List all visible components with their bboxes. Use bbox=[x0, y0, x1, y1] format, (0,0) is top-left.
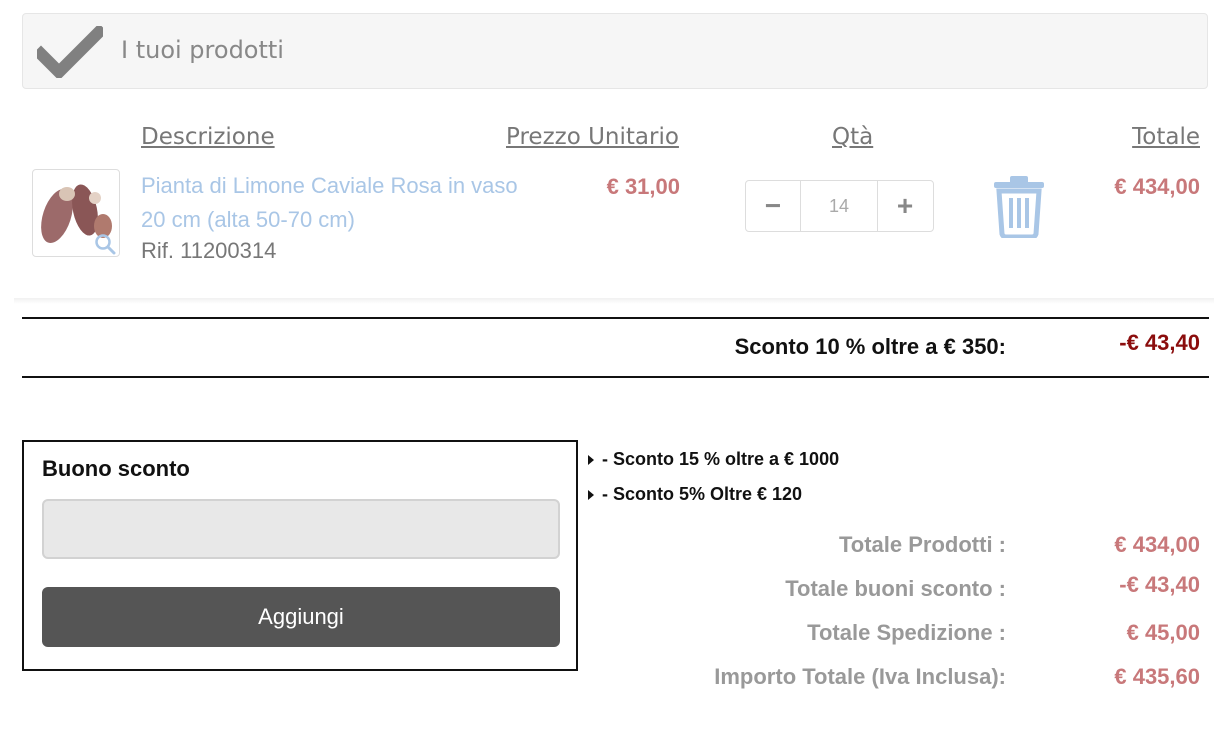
zoom-icon[interactable] bbox=[93, 232, 117, 256]
promo-item[interactable]: - Sconto 5% Oltre € 120 bbox=[588, 484, 802, 505]
summary-grand-total-label: Importo Totale (Iva Inclusa): bbox=[714, 664, 1006, 689]
quantity-input[interactable] bbox=[800, 181, 878, 231]
summary-products-value: € 434,00 bbox=[1114, 532, 1200, 557]
row-divider bbox=[14, 298, 1214, 304]
discount-bottom-rule bbox=[22, 376, 1209, 378]
promo-item[interactable]: - Sconto 15 % oltre a € 1000 bbox=[588, 449, 839, 470]
coupon-panel: Buono sconto Aggiungi bbox=[22, 440, 578, 671]
summary-grand-total-value: € 435,60 bbox=[1114, 664, 1200, 689]
caret-right-icon bbox=[588, 454, 594, 465]
column-unit-price[interactable]: Prezzo Unitario bbox=[506, 124, 679, 150]
coupon-input[interactable] bbox=[42, 499, 560, 559]
discount-value: -€ 43,40 bbox=[1119, 330, 1200, 355]
add-coupon-button[interactable]: Aggiungi bbox=[42, 587, 560, 647]
increase-qty-button[interactable]: + bbox=[878, 181, 932, 231]
promo-text: - Sconto 15 % oltre a € 1000 bbox=[602, 449, 840, 469]
summary-coupons-label: Totale buoni sconto : bbox=[785, 576, 1006, 601]
product-thumbnail[interactable] bbox=[32, 169, 120, 257]
cart-title: I tuoi prodotti bbox=[121, 36, 284, 64]
line-total: € 434,00 bbox=[1114, 174, 1200, 199]
product-name-link[interactable]: Pianta di Limone Caviale Rosa in vaso 20… bbox=[141, 169, 521, 237]
promo-text: - Sconto 5% Oltre € 120 bbox=[602, 484, 803, 504]
summary-products-label: Totale Prodotti : bbox=[838, 532, 1006, 557]
summary-coupons-value: -€ 43,40 bbox=[1119, 572, 1200, 597]
quantity-stepper: − + bbox=[745, 180, 934, 232]
summary-shipping-label: Totale Spedizione : bbox=[807, 620, 1006, 645]
check-icon bbox=[37, 26, 103, 78]
caret-right-icon bbox=[588, 489, 594, 500]
column-total[interactable]: Totale bbox=[1132, 124, 1200, 150]
cart-header: I tuoi prodotti bbox=[22, 13, 1208, 89]
trash-icon[interactable] bbox=[992, 176, 1046, 238]
column-qty[interactable]: Qtà bbox=[832, 124, 873, 150]
discount-top-rule bbox=[22, 317, 1209, 319]
decrease-qty-button[interactable]: − bbox=[746, 181, 800, 231]
column-description[interactable]: Descrizione bbox=[141, 124, 275, 150]
product-reference: Rif. 11200314 bbox=[141, 238, 277, 263]
discount-label: Sconto 10 % oltre a € 350: bbox=[734, 334, 1006, 359]
summary-shipping-value: € 45,00 bbox=[1126, 620, 1200, 645]
coupon-title: Buono sconto bbox=[42, 456, 190, 481]
unit-price: € 31,00 bbox=[606, 174, 680, 199]
